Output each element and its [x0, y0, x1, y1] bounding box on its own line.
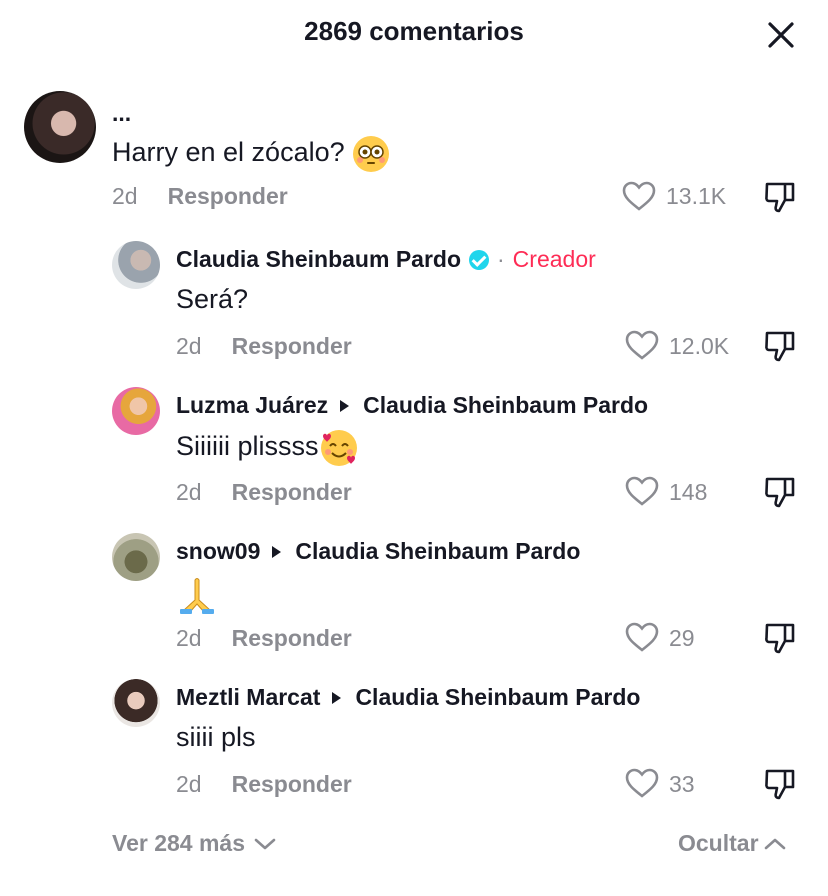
heart-icon[interactable]: [625, 330, 659, 360]
avatar[interactable]: [112, 241, 160, 289]
reply-arrow-icon: [272, 545, 282, 558]
avatar[interactable]: [24, 91, 96, 163]
comment-username[interactable]: Luzma Juárez: [176, 392, 328, 419]
like-count: 33: [669, 771, 695, 797]
heart-icon[interactable]: [625, 476, 659, 506]
comment-username[interactable]: Meztli Marcat: [176, 684, 320, 711]
hide-replies-button[interactable]: Ocultar: [678, 830, 787, 857]
reply-button[interactable]: Responder: [232, 333, 352, 359]
comment-text: siiii pls: [176, 722, 256, 752]
reply-arrow-icon: [332, 691, 342, 704]
reply-button[interactable]: Responder: [232, 771, 352, 797]
comment-meta: 2d Responder: [176, 771, 352, 798]
comment-time: 2d: [176, 625, 202, 651]
comment-text: 🙏: [176, 574, 218, 623]
chevron-up-icon: [764, 838, 785, 849]
reply-button[interactable]: Responder: [232, 479, 352, 505]
comment-time: 2d: [176, 771, 202, 797]
avatar[interactable]: [112, 679, 160, 727]
avatar[interactable]: [112, 533, 160, 581]
comments-count-title: 2869 comentarios: [304, 16, 524, 46]
comment-meta: 2d Responder: [176, 479, 352, 506]
hide-label: Ocultar: [678, 830, 759, 856]
comment-username[interactable]: ...: [112, 100, 131, 127]
heart-icon[interactable]: [625, 768, 659, 798]
comment-time: 2d: [176, 479, 202, 505]
like-count: 148: [669, 479, 708, 505]
dislike-icon[interactable]: [763, 329, 797, 363]
comment-meta: 2d Responder: [176, 333, 352, 360]
dislike-icon[interactable]: [763, 475, 797, 509]
reply-button[interactable]: Responder: [168, 183, 288, 209]
heart-icon[interactable]: [625, 622, 659, 652]
dislike-icon[interactable]: [763, 767, 797, 801]
comment-time: 2d: [176, 333, 202, 359]
reply-to-username[interactable]: Claudia Sheinbaum Pardo: [355, 684, 640, 711]
comment-username[interactable]: snow09: [176, 538, 260, 565]
comment-username[interactable]: Claudia Sheinbaum Pardo: [176, 246, 461, 273]
separator-dot: ·: [497, 246, 505, 272]
comment-text: Harry en el zócalo?: [112, 136, 389, 172]
comment-username-row: Luzma Juárez Claudia Sheinbaum Pardo: [176, 392, 648, 419]
folded-hands-icon: [176, 574, 218, 616]
comment-meta: 2d Responder: [176, 625, 352, 652]
smiling-face-with-hearts-icon: [320, 430, 357, 466]
reply-to-username[interactable]: Claudia Sheinbaum Pardo: [363, 392, 648, 419]
dislike-icon[interactable]: [763, 621, 797, 655]
close-icon[interactable]: [764, 18, 798, 52]
like-count: 12.0K: [669, 333, 730, 359]
like-count: 13.1K: [666, 183, 727, 209]
comment-username-row: Claudia Sheinbaum Pardo · Creador: [176, 246, 596, 273]
comment-text: Siiiiii plissss: [176, 430, 357, 466]
creator-label: Creador: [512, 246, 596, 272]
dislike-icon[interactable]: [763, 180, 797, 214]
avatar[interactable]: [112, 387, 160, 435]
flushed-face-icon: [352, 136, 389, 172]
chevron-down-icon: [254, 838, 276, 849]
comment-username-row: Meztli Marcat Claudia Sheinbaum Pardo: [176, 684, 640, 711]
reply-button[interactable]: Responder: [232, 625, 352, 651]
comment-time: 2d: [112, 183, 138, 209]
view-more-replies-button[interactable]: Ver 284 más: [112, 830, 277, 857]
comment-username-row: snow09 Claudia Sheinbaum Pardo: [176, 538, 580, 565]
reply-to-username[interactable]: Claudia Sheinbaum Pardo: [295, 538, 580, 565]
heart-icon[interactable]: [622, 181, 656, 211]
view-more-label: Ver 284 más: [112, 830, 246, 856]
like-count: 29: [669, 625, 695, 651]
reply-arrow-icon: [340, 399, 350, 412]
comment-meta: 2d Responder: [112, 183, 288, 210]
comment-text: Será?: [176, 284, 249, 314]
verified-badge-icon: [469, 249, 489, 270]
